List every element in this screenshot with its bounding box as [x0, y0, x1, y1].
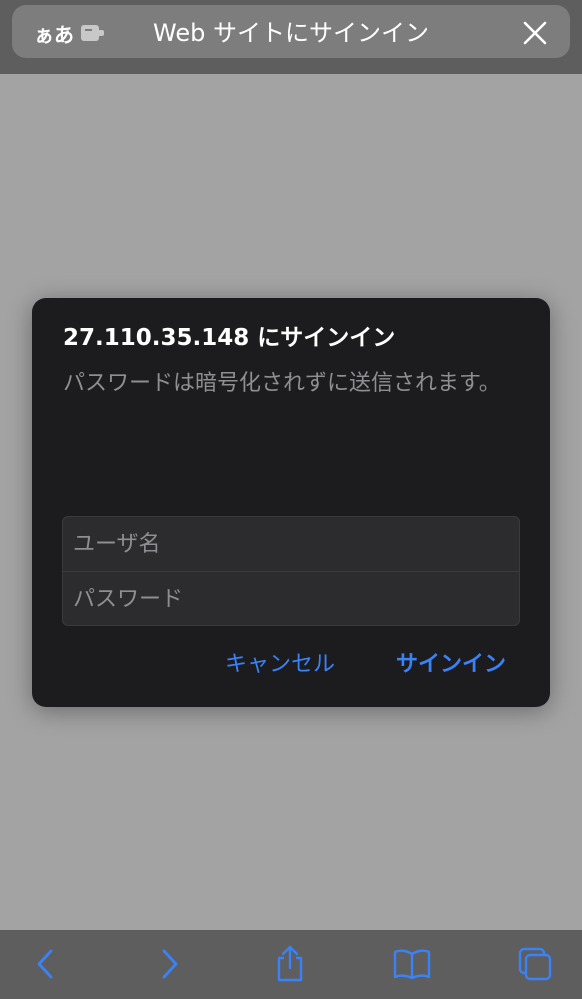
- credential-fields: [62, 516, 520, 626]
- share-icon: [277, 945, 303, 982]
- dialog-message: パスワードは暗号化されずに送信されます。: [63, 371, 501, 396]
- cancel-button[interactable]: キャンセル: [225, 650, 335, 680]
- page-title: Web サイトにサインイン: [153, 19, 429, 47]
- back-icon: [37, 949, 53, 979]
- address-bar[interactable]: ぁあ Web サイトにサインイン: [12, 5, 570, 58]
- username-input[interactable]: [63, 517, 519, 571]
- tabs-button[interactable]: [515, 944, 555, 984]
- top-bar: ぁあ Web サイトにサインイン: [0, 0, 582, 74]
- password-input[interactable]: [63, 572, 519, 625]
- reader-settings-button[interactable]: ぁあ: [34, 19, 106, 47]
- back-button[interactable]: [25, 944, 65, 984]
- sign-in-dialog: 27.110.35.148 にサインイン パスワードは暗号化されずに送信されます…: [32, 298, 550, 707]
- forward-icon: [162, 949, 178, 979]
- sign-in-button[interactable]: サインイン: [396, 650, 506, 680]
- bookmarks-button[interactable]: [392, 944, 432, 984]
- extension-icon[interactable]: [80, 23, 106, 43]
- aa-label: ぁあ: [34, 22, 74, 47]
- close-icon[interactable]: [522, 20, 548, 46]
- bottom-toolbar: [0, 930, 582, 999]
- share-button[interactable]: [270, 944, 310, 984]
- forward-button[interactable]: [150, 944, 190, 984]
- bookmarks-icon: [393, 949, 431, 980]
- tabs-icon: [518, 947, 552, 981]
- dialog-title: 27.110.35.148 にサインイン: [63, 325, 396, 351]
